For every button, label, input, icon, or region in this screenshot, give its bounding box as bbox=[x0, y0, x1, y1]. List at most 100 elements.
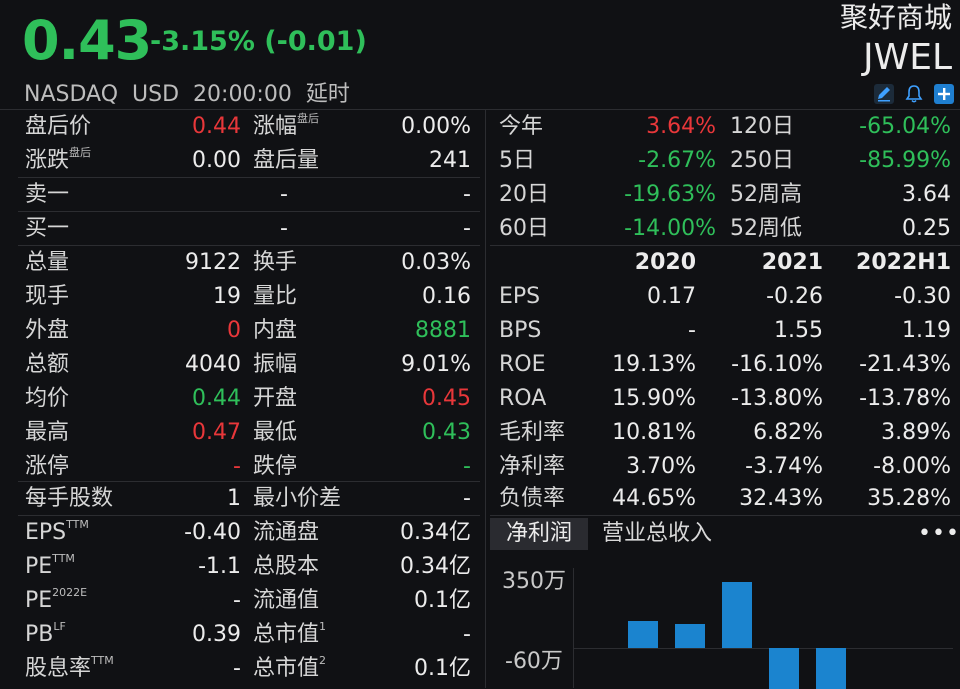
perf-value: 3.64 bbox=[902, 182, 951, 207]
fin-value: 6.82% bbox=[753, 420, 823, 445]
field-label: 振幅 bbox=[253, 352, 298, 377]
ask-row: 卖一 - - bbox=[0, 178, 485, 211]
fin-year-header: 2021 bbox=[761, 250, 823, 275]
field-label: 盘后量 bbox=[253, 148, 320, 173]
field-label: 涨停 bbox=[25, 454, 70, 479]
fin-value: 3.89% bbox=[881, 420, 951, 445]
field-label: 内盘 bbox=[253, 318, 298, 343]
field-label: 最高 bbox=[25, 420, 70, 445]
field-label: PBLF bbox=[25, 620, 66, 647]
field-value: 8881 bbox=[415, 318, 471, 343]
field-value: 0.16 bbox=[422, 284, 471, 309]
bid-label: 买一 bbox=[25, 216, 70, 241]
quote-row: 每手股数 1 最小价差 - bbox=[0, 482, 485, 515]
quote-row: 总额 4040 振幅 9.01% bbox=[0, 348, 485, 381]
perf-label: 今年 bbox=[499, 114, 544, 139]
field-label: 股息率TTM bbox=[25, 654, 114, 681]
field-value: 0.00 bbox=[192, 148, 241, 173]
fin-value: 44.65% bbox=[612, 486, 696, 511]
tab-revenue[interactable]: 营业总收入 bbox=[602, 518, 712, 550]
tab-net-profit[interactable]: 净利润 bbox=[490, 518, 588, 550]
fin-row: BPS - 1.55 1.19 bbox=[486, 314, 960, 347]
field-value: 241 bbox=[429, 148, 471, 173]
fin-value: 19.13% bbox=[612, 352, 696, 377]
field-value: 19 bbox=[213, 284, 241, 309]
quote-row: 外盘 0 内盘 8881 bbox=[0, 314, 485, 347]
field-value: -1.1 bbox=[198, 554, 241, 579]
fin-value: 35.28% bbox=[867, 486, 951, 511]
fin-value: -0.26 bbox=[766, 284, 823, 309]
field-value: 0.45 bbox=[422, 386, 471, 411]
axis-label-top: 350万 bbox=[502, 569, 566, 594]
fin-value: 15.90% bbox=[612, 386, 696, 411]
currency-label: USD bbox=[132, 82, 180, 107]
field-label: 总市值1 bbox=[253, 620, 327, 647]
fin-value: 10.81% bbox=[612, 420, 696, 445]
field-value: 0 bbox=[227, 318, 241, 343]
field-label: 涨幅盘后 bbox=[253, 112, 320, 139]
field-value: 0.44 bbox=[192, 114, 241, 139]
field-value: 4040 bbox=[185, 352, 241, 377]
last-price: 0.43 bbox=[22, 9, 152, 72]
perf-label: 52周低 bbox=[730, 216, 802, 241]
perf-label: 20日 bbox=[499, 182, 549, 207]
field-value: - bbox=[463, 622, 471, 647]
fin-year-header: 2022H1 bbox=[856, 250, 951, 275]
fin-label: 毛利率 bbox=[499, 420, 566, 445]
field-value: - bbox=[233, 588, 241, 613]
fin-label: ROA bbox=[499, 386, 547, 411]
fin-value: 1.19 bbox=[902, 318, 951, 343]
fin-value: 1.55 bbox=[774, 318, 823, 343]
ask-label: 卖一 bbox=[25, 182, 70, 207]
field-label: 开盘 bbox=[253, 386, 298, 411]
field-value: 9.01% bbox=[401, 352, 471, 377]
fin-row: EPS 0.17 -0.26 -0.30 bbox=[486, 280, 960, 313]
quote-row: 盘后价 0.44 涨幅盘后 0.00% bbox=[0, 110, 485, 143]
quote-row: 涨跌盘后 0.00 盘后量 241 bbox=[0, 144, 485, 177]
field-value: 0.34亿 bbox=[400, 520, 471, 545]
quote-row: EPSTTM -0.40 流通盘 0.34亿 bbox=[0, 516, 485, 549]
field-label: EPSTTM bbox=[25, 518, 89, 545]
field-label: 流通盘 bbox=[253, 520, 320, 545]
fin-label: BPS bbox=[499, 318, 542, 343]
bell-icon[interactable] bbox=[904, 84, 924, 104]
chart-bar bbox=[769, 648, 799, 689]
fin-value: -8.00% bbox=[873, 454, 951, 479]
field-label: 总量 bbox=[25, 250, 70, 275]
fin-value: 0.17 bbox=[647, 284, 696, 309]
price-change: -3.15% (-0.01) bbox=[150, 26, 367, 57]
fin-value: -13.78% bbox=[859, 386, 951, 411]
field-value: 0.1亿 bbox=[414, 656, 471, 681]
bid-row: 买一 - - bbox=[0, 212, 485, 245]
edit-icon[interactable] bbox=[874, 84, 894, 104]
chart-baseline bbox=[573, 648, 953, 649]
axis-label-bottom: -60万 bbox=[505, 649, 563, 674]
fin-header-row: 2020 2021 2022H1 bbox=[486, 246, 960, 279]
more-options-icon[interactable]: ••• bbox=[918, 518, 960, 550]
perf-value: -14.00% bbox=[624, 216, 716, 241]
perf-value: -65.04% bbox=[859, 114, 951, 139]
field-value: 0.1亿 bbox=[414, 588, 471, 613]
field-label: 流通值 bbox=[253, 588, 320, 613]
fin-value: 3.70% bbox=[626, 454, 696, 479]
perf-row: 20日 -19.63% 52周高 3.64 bbox=[486, 178, 960, 211]
fin-row: 净利率 3.70% -3.74% -8.00% bbox=[486, 450, 960, 483]
field-label: 均价 bbox=[25, 386, 70, 411]
field-value: 0.00% bbox=[401, 114, 471, 139]
market-info: NASDAQ USD 20:00:00 延时 bbox=[24, 80, 350, 110]
fin-value: -13.80% bbox=[731, 386, 823, 411]
fin-row: ROE 19.13% -16.10% -21.43% bbox=[486, 348, 960, 381]
add-icon[interactable] bbox=[934, 84, 954, 104]
fin-value: -3.74% bbox=[745, 454, 823, 479]
perf-value: 0.25 bbox=[902, 216, 951, 241]
field-value: - bbox=[463, 486, 471, 511]
bid-price: - bbox=[280, 216, 288, 241]
field-value: - bbox=[233, 656, 241, 681]
field-value: - bbox=[233, 454, 241, 479]
perf-label: 5日 bbox=[499, 148, 535, 173]
perf-row: 今年 3.64% 120日 -65.04% bbox=[486, 110, 960, 143]
chart-bar bbox=[675, 624, 705, 648]
fin-value: - bbox=[688, 318, 696, 343]
fin-value: 32.43% bbox=[739, 486, 823, 511]
field-label: 每手股数 bbox=[25, 486, 114, 511]
